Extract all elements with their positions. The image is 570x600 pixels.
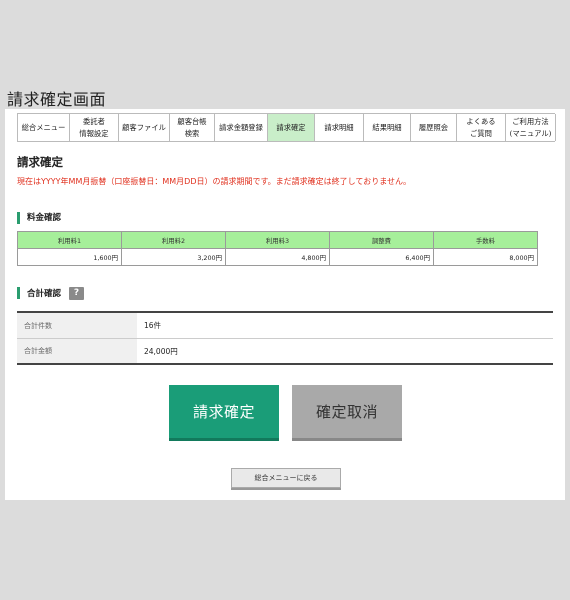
fee-column-header: 手数料 [433,231,538,249]
nav-item-label: 請求確定 [276,122,306,132]
nav-item-label-line2: 情報設定 [79,128,109,138]
total-count-value: 16件 [144,321,162,330]
total-section-heading-label: 合計確認 [27,289,62,299]
total-amount-row: 合計金額 24,000円 [17,338,553,363]
nav-item-consignor-settings[interactable]: 委託者 情報設定 [70,114,119,141]
fee-column-header: 利用料3 [225,231,330,249]
total-count-row: 合計件数 16件 [17,313,553,338]
confirm-billing-button[interactable]: 請求確定 [169,385,279,441]
billing-period-notice: 現在はYYYY年MM月振替（口座振替日：MM月DD日）の請求期間です。まだ請求確… [17,177,411,186]
fee-column-header: 調整費 [329,231,434,249]
fee-column-header: 利用料2 [121,231,226,249]
help-icon[interactable]: ? [69,287,85,300]
total-amount-value: 24,000円 [144,346,178,356]
nav-item-label-line2: (マニュアル) [509,128,552,138]
fee-value-cell: 4,800円 [225,248,330,266]
nav-item-user-manual[interactable]: ご利用方法 (マニュアル) [506,114,556,141]
total-amount-label: 合計金額 [17,339,137,363]
nav-item-main-menu[interactable]: 総合メニュー [18,114,70,141]
nav-item-label: 履歴照会 [418,122,449,132]
nav-item-history-inquiry[interactable]: 履歴照会 [411,114,457,141]
page-caption: 請求確定画面 [7,90,107,109]
fee-value-cell: 6,400円 [329,248,434,266]
fee-section-heading: 料金確認 [17,212,61,224]
nav-item-label-line2: ご質問 [470,128,492,138]
nav-item-billing-confirmation[interactable]: 請求確定 [268,114,315,141]
nav-item-label-line1: よくある [466,117,496,127]
nav-item-label: 総合メニュー [21,122,66,132]
nav-item-label: 顧客ファイル [122,122,166,132]
nav-item-faq[interactable]: よくある ご質問 [457,114,506,141]
back-to-main-menu-button[interactable]: 総合メニューに戻る [231,468,341,488]
nav-item-customer-ledger-search[interactable]: 顧客台帳 検索 [170,114,215,141]
total-section-heading: 合計確認? [17,287,85,300]
nav-item-label-line1: ご利用方法 [512,117,549,127]
fee-table-value-row: 1,600円 3,200円 4,800円 6,400円 8,000円 [17,248,538,266]
fee-value-cell: 3,200円 [121,248,226,266]
fee-table-header-row: 利用料1 利用料2 利用料3 調整費 手数料 [17,231,538,249]
cancel-confirmation-button[interactable]: 確定取消 [292,385,402,441]
nav-item-label: 結果明細 [372,122,402,132]
nav-item-label: 顧客台帳 検索 [177,116,206,139]
global-nav: 総合メニュー 委託者 情報設定 顧客ファイル 顧客台帳 検索 請求金額登録 請求確定… [17,113,556,142]
main-panel: 総合メニュー 委託者 情報設定 顧客ファイル 顧客台帳 検索 請求金額登録 請求確定… [5,109,565,500]
nav-item-billing-details[interactable]: 請求明細 [315,114,364,141]
total-count-label: 合計件数 [17,313,137,338]
total-summary-table: 合計件数 16件 合計金額 24,000円 [17,311,553,365]
page-title: 請求確定 [17,155,63,169]
fee-value-cell: 1,600円 [17,248,122,266]
fee-value-cell: 8,000円 [433,248,538,266]
fee-table: 利用料1 利用料2 利用料3 調整費 手数料 1,600円 3,200円 4,8… [17,231,538,266]
nav-item-label: ご利用方法 (マニュアル) [510,116,552,139]
nav-item-customer-file[interactable]: 顧客ファイル [119,114,170,141]
nav-item-label: よくある ご質問 [466,116,495,139]
fee-column-header: 利用料1 [17,231,122,249]
nav-item-label-line1: 顧客台帳 [177,117,207,127]
nav-item-label: 請求明細 [324,122,354,132]
nav-item-billing-amount-registration[interactable]: 請求金額登録 [215,114,268,141]
nav-item-label: 委託者 情報設定 [79,116,108,139]
nav-item-label-line2: 検索 [184,128,200,138]
nav-item-label: 請求金額登録 [219,122,263,132]
nav-item-result-details[interactable]: 結果明細 [364,114,411,141]
nav-item-label-line1: 委託者 [83,117,105,127]
